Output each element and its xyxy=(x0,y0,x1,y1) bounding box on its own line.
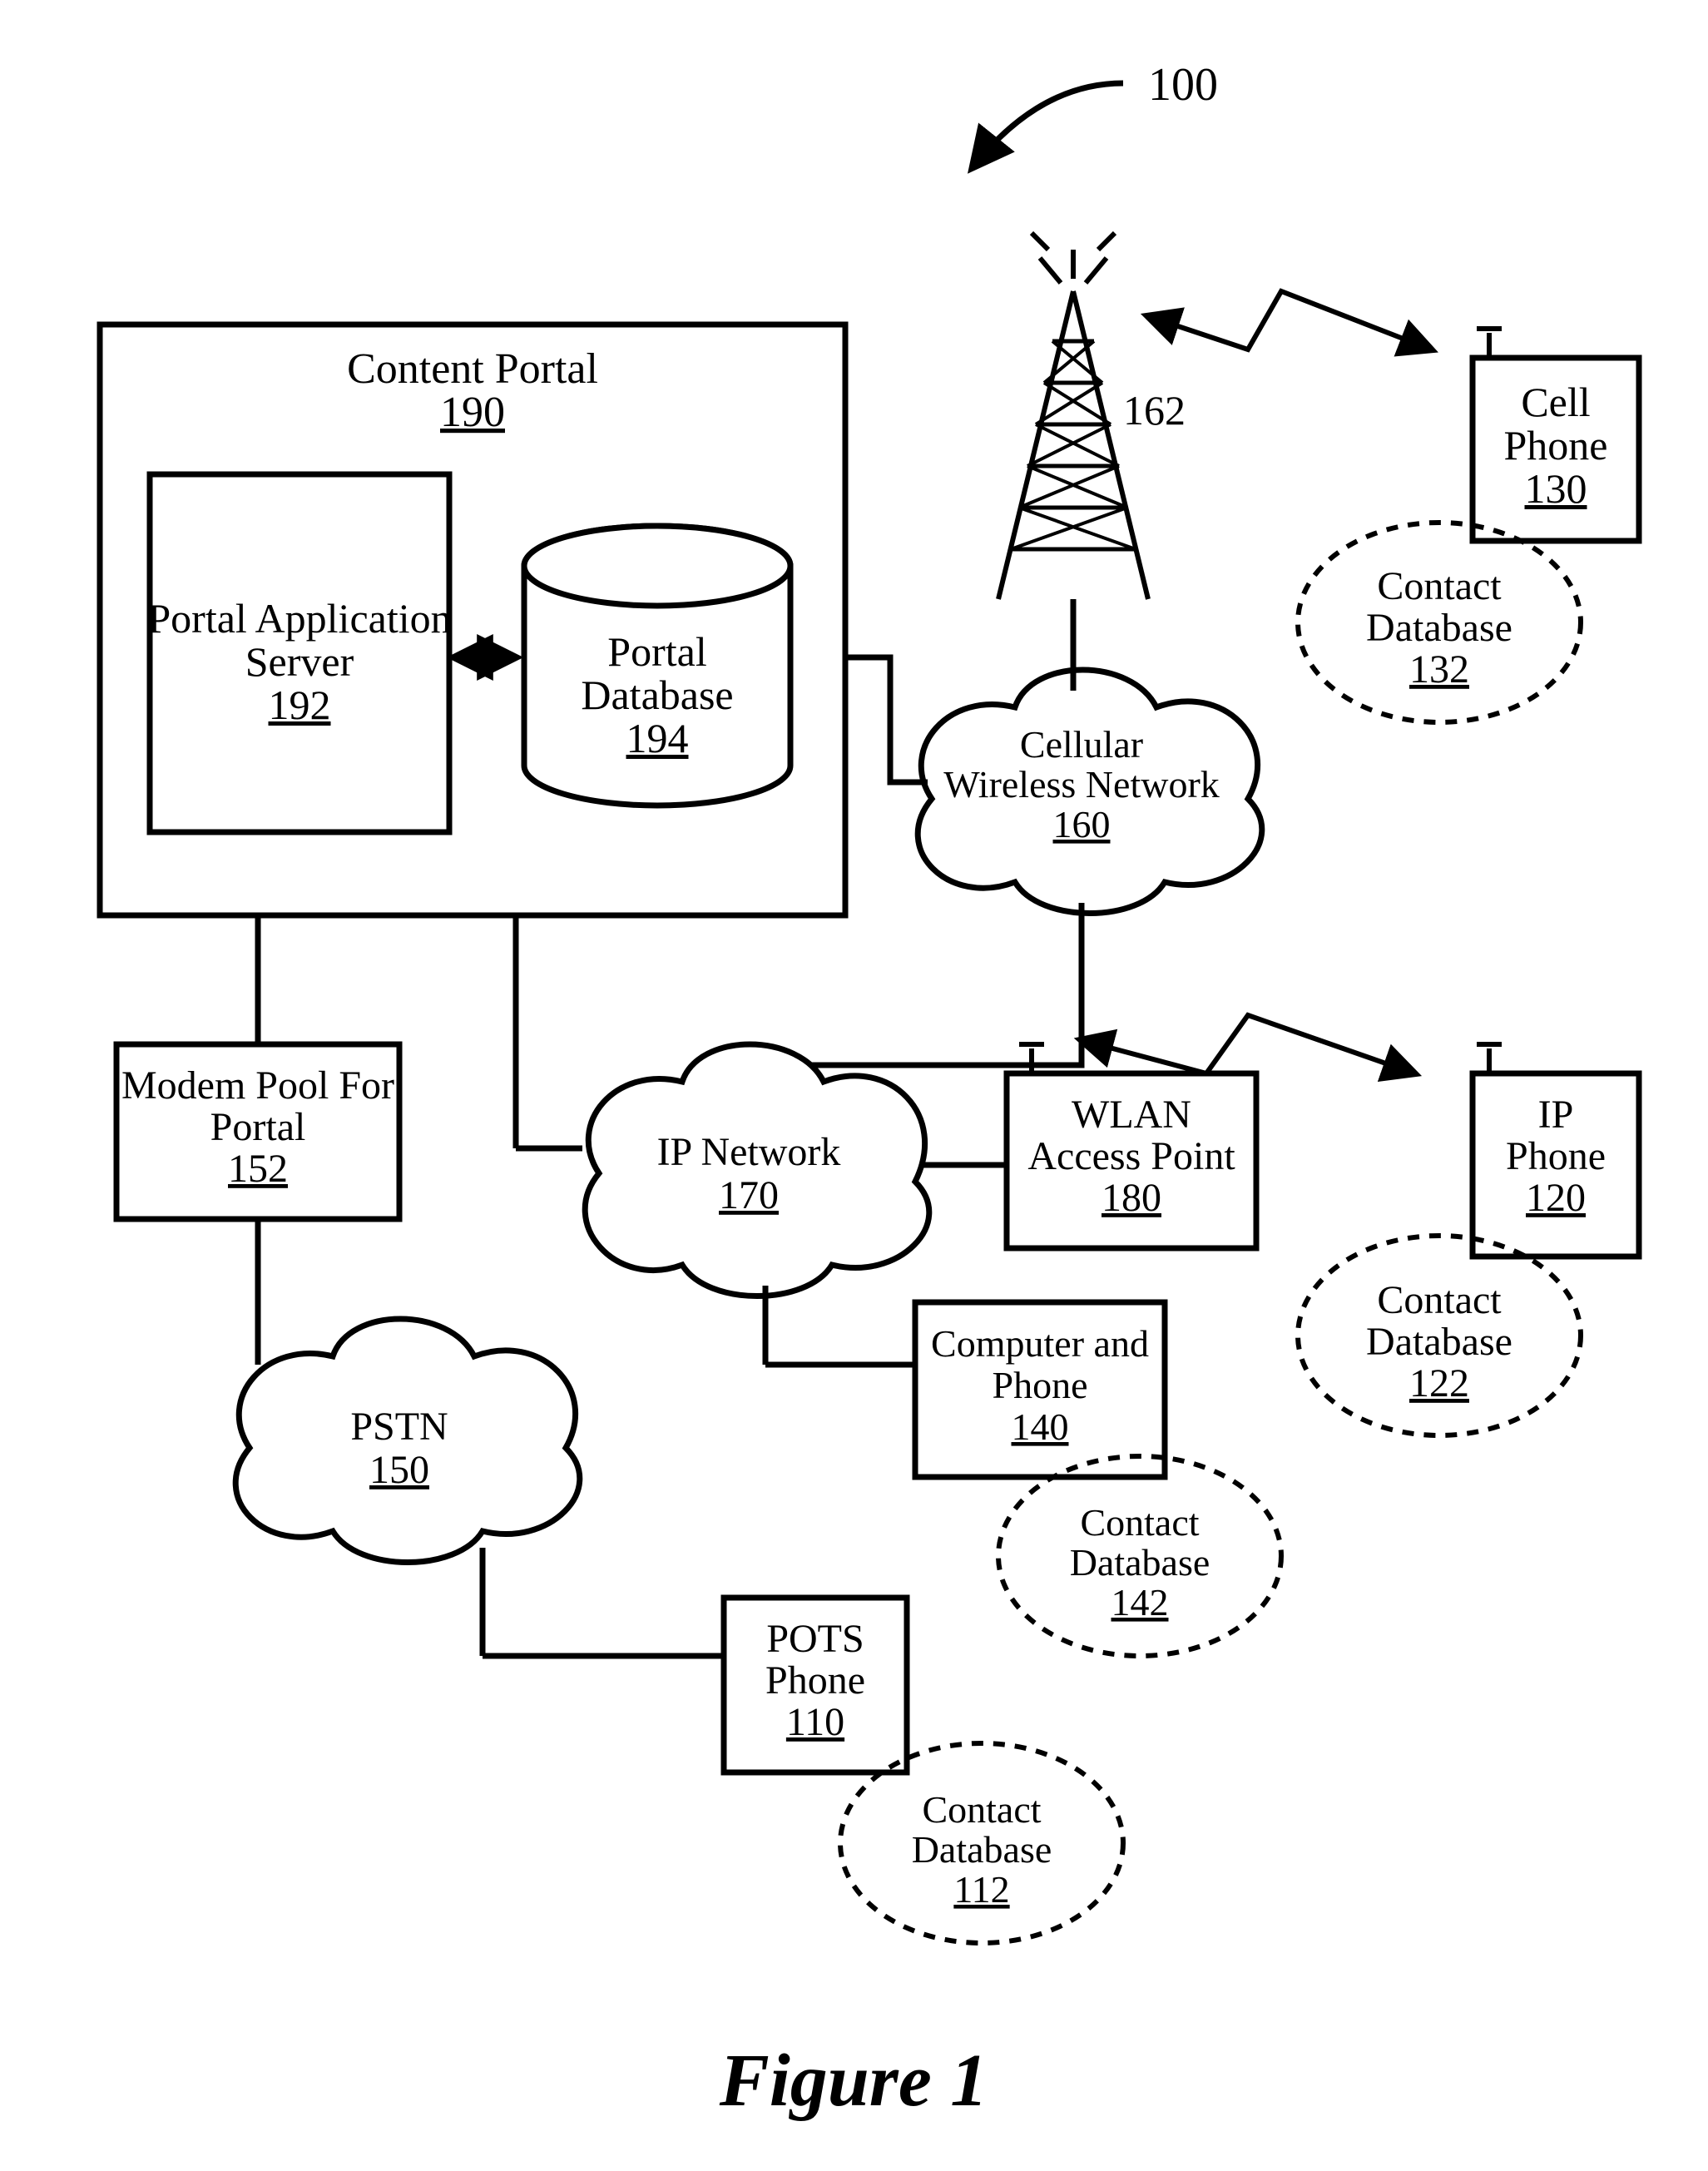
content-portal-title: Content Portal xyxy=(347,345,598,393)
pstn-ref: 150 xyxy=(369,1448,429,1492)
cellular-net-ref: 160 xyxy=(1053,803,1111,845)
cellular-net-l1: Cellular xyxy=(1020,723,1143,766)
pots-phone-ref: 110 xyxy=(786,1700,844,1744)
network-diagram: 100 Content Portal 190 Portal Applicatio… xyxy=(0,0,1708,2171)
computer-phone-db-l2: Database xyxy=(1070,1541,1210,1584)
ip-network-ref: 170 xyxy=(719,1173,779,1217)
cell-tower-icon: 162 xyxy=(998,233,1186,599)
computer-phone-l2: Phone xyxy=(993,1364,1088,1406)
ip-phone-db-l2: Database xyxy=(1366,1320,1512,1364)
modem-pool-ref: 152 xyxy=(228,1147,288,1191)
portal-database-cylinder: Portal Database 194 xyxy=(524,526,790,805)
figure-number-pointer: 100 xyxy=(973,59,1218,166)
cell-phone-db-l2: Database xyxy=(1366,606,1512,650)
cell-phone-db-ref: 132 xyxy=(1409,647,1469,691)
ip-phone-db: Contact Database 122 xyxy=(1298,1236,1581,1435)
pstn-l1: PSTN xyxy=(350,1405,448,1449)
pots-phone-l1: POTS xyxy=(766,1617,864,1661)
figure-caption: Figure 1 xyxy=(719,2040,988,2122)
ip-phone-db-l1: Contact xyxy=(1377,1278,1502,1322)
portal-db-l1: Portal xyxy=(607,628,706,675)
ip-network-l1: IP Network xyxy=(657,1130,841,1174)
ip-phone-l1: IP xyxy=(1538,1093,1574,1137)
portal-app-server-l2: Server xyxy=(245,638,354,685)
ip-phone-l2: Phone xyxy=(1506,1134,1606,1178)
pstn-cloud: PSTN 150 xyxy=(235,1319,580,1563)
portal-app-server-ref: 192 xyxy=(269,682,331,728)
content-portal-box: Content Portal 190 Portal Application Se… xyxy=(100,325,845,915)
wlan-ap-box: WLAN Access Point 180 xyxy=(1007,1044,1256,1248)
cell-tower-ref: 162 xyxy=(1123,387,1186,434)
ip-network-cloud: IP Network 170 xyxy=(585,1044,929,1296)
computer-phone-l1: Computer and xyxy=(931,1322,1149,1365)
figure-number: 100 xyxy=(1148,59,1218,111)
radio-link-tower-cellphone xyxy=(1148,291,1431,349)
pots-phone-l2: Phone xyxy=(765,1658,865,1703)
cell-phone-db: Contact Database 132 xyxy=(1298,523,1581,722)
computer-phone-box: Computer and Phone 140 xyxy=(915,1302,1165,1477)
pots-phone-box: POTS Phone 110 xyxy=(724,1598,907,1772)
cell-phone-ref: 130 xyxy=(1525,465,1587,512)
cellular-network-cloud: Cellular Wireless Network 160 xyxy=(918,670,1262,914)
cell-phone-l2: Phone xyxy=(1504,422,1608,468)
computer-phone-ref: 140 xyxy=(1012,1405,1069,1448)
modem-pool-l1: Modem Pool For xyxy=(121,1063,394,1108)
portal-db-ref: 194 xyxy=(626,715,689,761)
pots-phone-db-l2: Database xyxy=(912,1828,1052,1871)
wlan-ap-l1: WLAN xyxy=(1072,1093,1191,1137)
modem-pool-box: Modem Pool For Portal 152 xyxy=(116,1044,399,1219)
ip-phone-box: IP Phone 120 xyxy=(1473,1044,1639,1257)
cellular-net-l2: Wireless Network xyxy=(943,763,1220,805)
wlan-ap-ref: 180 xyxy=(1102,1176,1161,1220)
wlan-ap-l2: Access Point xyxy=(1027,1134,1235,1178)
cell-phone-box: Cell Phone 130 xyxy=(1473,329,1639,541)
computer-phone-db: Contact Database 142 xyxy=(998,1456,1281,1656)
portal-app-server-l1: Portal Application xyxy=(147,595,451,642)
content-portal-ref: 190 xyxy=(440,389,505,436)
modem-pool-l2: Portal xyxy=(210,1105,306,1149)
cell-phone-l1: Cell xyxy=(1521,379,1590,425)
ip-phone-ref: 120 xyxy=(1526,1176,1586,1220)
ip-phone-db-ref: 122 xyxy=(1409,1361,1469,1405)
cell-phone-db-l1: Contact xyxy=(1377,564,1502,608)
portal-db-l2: Database xyxy=(581,672,733,718)
pots-phone-db-l1: Contact xyxy=(922,1788,1041,1831)
computer-phone-db-ref: 142 xyxy=(1111,1581,1169,1623)
computer-phone-db-l1: Contact xyxy=(1080,1501,1199,1544)
pots-phone-db-ref: 112 xyxy=(953,1868,1009,1911)
